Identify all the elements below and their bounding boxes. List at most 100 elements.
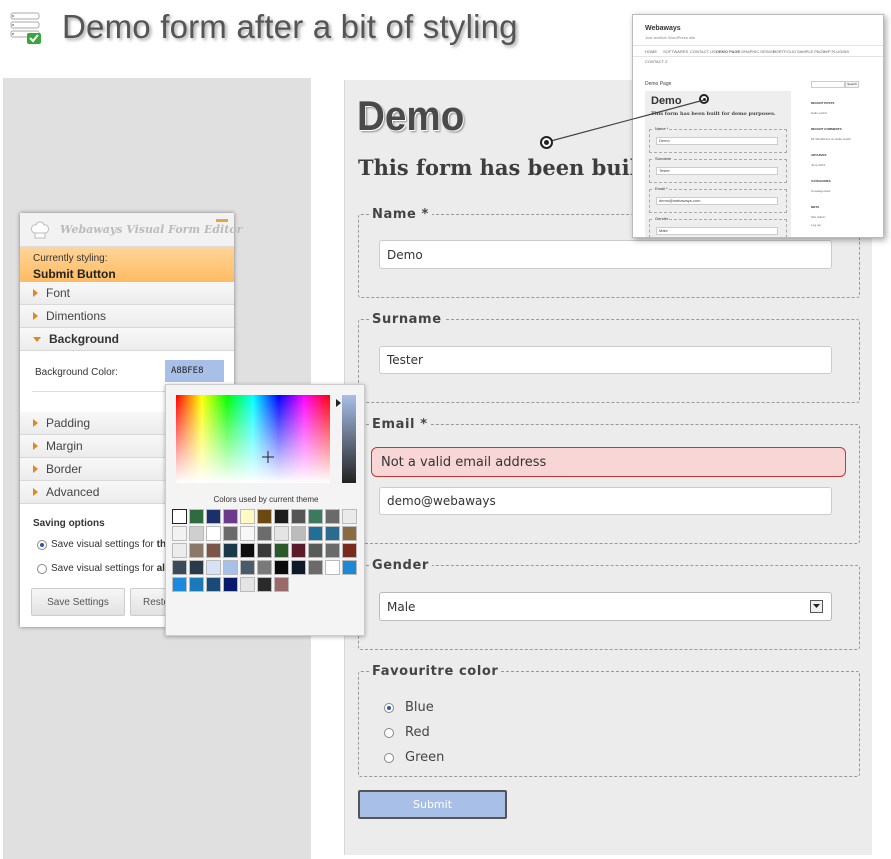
background-color-input[interactable]: A8BFE8 <box>165 360 224 382</box>
color-swatch[interactable] <box>172 543 187 558</box>
color-swatch[interactable] <box>325 509 340 524</box>
section-label: Padding <box>46 416 91 430</box>
radio-button-icon[interactable] <box>384 727 394 738</box>
section-font[interactable]: Font <box>20 282 234 305</box>
color-swatch[interactable] <box>206 509 221 524</box>
preview-sidebar-text: Uncategorized <box>811 189 831 193</box>
color-swatch[interactable] <box>189 509 204 524</box>
color-swatch[interactable] <box>257 509 272 524</box>
color-swatch[interactable] <box>291 543 306 558</box>
preview-field: Email * demo@webaways.com <box>649 186 787 213</box>
slider-arrow-icon[interactable] <box>336 399 341 407</box>
save-settings-button[interactable]: Save Settings <box>31 588 125 616</box>
color-swatch[interactable] <box>206 577 221 592</box>
preview-field: Gender Male <box>649 216 787 237</box>
color-swatch[interactable] <box>206 560 221 575</box>
section-background[interactable]: Background <box>20 328 234 351</box>
radio-button-icon[interactable] <box>384 752 394 763</box>
submit-button[interactable]: Submit <box>358 790 507 819</box>
color-swatch[interactable] <box>257 560 272 575</box>
color-swatch[interactable] <box>189 526 204 541</box>
brightness-slider[interactable] <box>342 395 356 483</box>
color-swatch[interactable] <box>172 526 187 541</box>
radio-button-icon[interactable] <box>384 702 394 713</box>
minimize-icon[interactable] <box>216 219 228 222</box>
color-swatch[interactable] <box>325 560 340 575</box>
color-swatch[interactable] <box>257 526 272 541</box>
preview-nav-item: CONTACT US <box>690 49 716 54</box>
color-swatch[interactable] <box>206 526 221 541</box>
color-swatch[interactable] <box>342 526 357 541</box>
radio-green[interactable]: Green <box>384 750 444 765</box>
color-swatch[interactable] <box>291 526 306 541</box>
color-swatch[interactable] <box>274 509 289 524</box>
color-swatch[interactable] <box>274 577 289 592</box>
color-swatch[interactable] <box>342 543 357 558</box>
color-spectrum[interactable] <box>176 395 330 483</box>
dropdown-arrow-icon[interactable] <box>810 600 823 613</box>
color-swatch[interactable] <box>172 509 187 524</box>
radio-label: Red <box>405 725 430 740</box>
editor-title: Webaways Visual Form Editor <box>60 223 243 236</box>
color-swatch[interactable] <box>240 560 255 575</box>
color-swatch[interactable] <box>308 509 323 524</box>
crosshair-icon[interactable] <box>262 451 274 463</box>
save-all-option[interactable]: Save visual settings for all <box>37 563 168 574</box>
color-swatch[interactable] <box>308 526 323 541</box>
color-swatch[interactable] <box>342 509 357 524</box>
color-swatch[interactable] <box>189 560 204 575</box>
color-swatch[interactable] <box>274 560 289 575</box>
color-swatch[interactable] <box>172 560 187 575</box>
preview-field-input: demo@webaways.com <box>656 197 778 205</box>
color-swatch[interactable] <box>274 526 289 541</box>
gender-select[interactable]: Male <box>379 592 832 621</box>
surname-input[interactable]: Tester <box>379 346 832 374</box>
preview-nav-item: SOFTWARES <box>663 49 689 54</box>
radio-button-icon[interactable] <box>37 563 47 574</box>
color-swatch[interactable] <box>240 526 255 541</box>
color-swatch[interactable] <box>342 560 357 575</box>
color-swatch[interactable] <box>172 577 187 592</box>
preview-form-subheading: This form has been built for demo purpos… <box>651 111 776 117</box>
color-swatch[interactable] <box>257 577 272 592</box>
color-swatch[interactable] <box>206 543 221 558</box>
save-this-option[interactable]: Save visual settings for this <box>37 539 174 550</box>
color-swatch[interactable] <box>325 526 340 541</box>
color-swatch[interactable] <box>240 543 255 558</box>
preview-sidebar-text: Hello world! <box>811 111 827 115</box>
preview-nav-item: GRAPHIC DESIGN <box>741 49 776 54</box>
gender-value: Male <box>387 599 416 614</box>
color-swatch[interactable] <box>223 526 238 541</box>
page-preview: Webaways Just another WordPress site HOM… <box>632 14 884 238</box>
color-swatch[interactable] <box>223 577 238 592</box>
color-swatch[interactable] <box>291 560 306 575</box>
color-swatch[interactable] <box>223 543 238 558</box>
preview-sidebar-text: ARCHIVES <box>811 153 827 157</box>
color-swatch[interactable] <box>257 543 272 558</box>
email-error: Not a valid email address <box>371 447 846 477</box>
radio-blue[interactable]: Blue <box>384 700 434 715</box>
color-swatch[interactable] <box>223 509 238 524</box>
caret-down-icon <box>33 336 41 342</box>
color-swatch[interactable] <box>308 543 323 558</box>
color-swatch[interactable] <box>189 577 204 592</box>
email-fieldset: Email * <box>358 417 860 544</box>
radio-red[interactable]: Red <box>384 725 430 740</box>
caret-right-icon <box>33 419 38 427</box>
color-swatch[interactable] <box>291 509 306 524</box>
color-swatch[interactable] <box>325 543 340 558</box>
caret-right-icon <box>33 488 38 496</box>
color-swatch[interactable] <box>223 560 238 575</box>
preview-field-input: Tester <box>656 167 778 175</box>
color-swatch[interactable] <box>240 509 255 524</box>
email-input[interactable]: demo@webaways <box>379 487 832 515</box>
color-swatch[interactable] <box>274 543 289 558</box>
preview-sidebar-text: Site Admin <box>811 215 826 219</box>
section-dimentions[interactable]: Dimentions <box>20 305 234 328</box>
color-swatch[interactable] <box>308 560 323 575</box>
editor-titlebar[interactable]: Webaways Visual Form Editor <box>20 213 242 247</box>
color-swatch[interactable] <box>189 543 204 558</box>
color-swatch[interactable] <box>240 577 255 592</box>
name-input[interactable]: Demo <box>379 240 832 269</box>
radio-button-icon[interactable] <box>37 539 47 550</box>
